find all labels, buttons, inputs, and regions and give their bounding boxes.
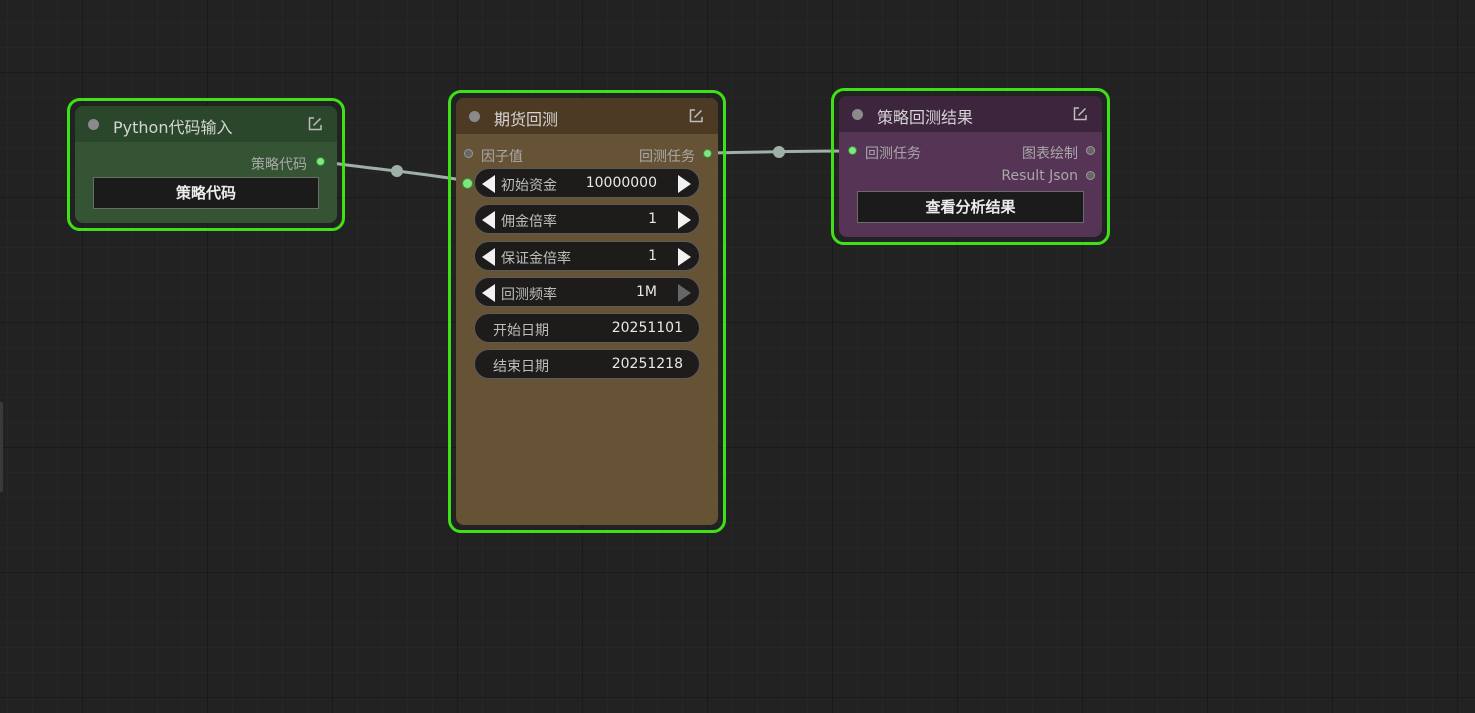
edit-icon[interactable]	[688, 108, 704, 124]
widget-label: 佣金倍率	[501, 214, 557, 230]
node-title: 期货回测	[494, 110, 559, 129]
node-strategy-result[interactable]: 策略回测结果 回测任务 图表绘制 Result Json 查看分析结果	[839, 96, 1102, 237]
node-futures-backtest[interactable]: 期货回测 因子值 回测任务 初始资金 10000000 佣金倍率 1 保证金倍率…	[456, 98, 718, 525]
widget-value[interactable]: 1	[648, 211, 657, 227]
widget-value[interactable]: 1M	[636, 284, 657, 300]
slot-label: 图表绘制	[1022, 146, 1078, 162]
widget-start-date[interactable]: 开始日期 20251101	[474, 313, 700, 343]
slot-connector[interactable]	[848, 146, 857, 155]
collapse-dot[interactable]	[469, 111, 480, 122]
slot-label: 回测任务	[865, 146, 921, 162]
widget-label: 开始日期	[493, 323, 549, 339]
output-slot-backtest-task[interactable]: 回测任务	[598, 146, 718, 165]
triangle-right-icon[interactable]	[678, 248, 691, 266]
triangle-right-icon[interactable]	[678, 211, 691, 229]
collapse-dot[interactable]	[852, 109, 863, 120]
slot-connector[interactable]	[1086, 146, 1095, 155]
node-title: Python代码输入	[113, 118, 233, 137]
triangle-left-icon[interactable]	[482, 211, 495, 229]
collapse-dot[interactable]	[88, 119, 99, 130]
widget-margin-multiplier[interactable]: 保证金倍率 1	[474, 241, 700, 271]
widget-label: 初始资金	[501, 178, 557, 194]
output-slot-result-json[interactable]: Result Json	[972, 168, 1102, 184]
widget-value[interactable]: 10000000	[586, 175, 657, 191]
slot-connector[interactable]	[1086, 171, 1095, 180]
edit-icon[interactable]	[307, 116, 323, 132]
input-slot-factor-value[interactable]: 因子值	[456, 146, 576, 165]
widget-initial-capital[interactable]: 初始资金 10000000	[462, 168, 700, 198]
widget-end-date[interactable]: 结束日期 20251218	[474, 349, 700, 379]
node-title-bar[interactable]: 期货回测	[456, 98, 718, 134]
widget-backtest-frequency[interactable]: 回测频率 1M	[474, 277, 700, 307]
output-slot-strategy-code[interactable]: 策略代码	[231, 154, 331, 173]
slot-connector[interactable]	[316, 157, 325, 166]
slot-label: Result Json	[1001, 168, 1078, 184]
node-title-bar[interactable]: 策略回测结果	[839, 96, 1102, 132]
triangle-left-icon[interactable]	[482, 175, 495, 193]
slot-label: 因子值	[481, 149, 523, 165]
widget-commission-multiplier[interactable]: 佣金倍率 1	[474, 204, 700, 234]
widget-label: 结束日期	[493, 359, 549, 375]
edit-icon[interactable]	[1072, 106, 1088, 122]
node-title-bar[interactable]: Python代码输入	[75, 106, 337, 142]
triangle-right-icon[interactable]	[678, 175, 691, 193]
view-analysis-button[interactable]: 查看分析结果	[857, 191, 1084, 223]
widget-input-connector[interactable]	[462, 178, 473, 189]
input-slot-backtest-task[interactable]: 回测任务	[839, 143, 959, 162]
side-panel-handle[interactable]	[0, 402, 3, 492]
widget-label: 回测频率	[501, 287, 557, 303]
slot-connector[interactable]	[703, 149, 712, 158]
node-python-input[interactable]: Python代码输入 策略代码 策略代码	[75, 106, 337, 223]
widget-label: 保证金倍率	[501, 251, 571, 267]
strategy-code-button[interactable]: 策略代码	[93, 177, 319, 209]
output-slot-chart-plot[interactable]: 图表绘制	[982, 143, 1102, 162]
slot-label: 策略代码	[251, 157, 307, 173]
widget-value[interactable]: 1	[648, 248, 657, 264]
widget-value[interactable]: 20251218	[612, 356, 683, 372]
widget-value[interactable]: 20251101	[612, 320, 683, 336]
triangle-left-icon[interactable]	[482, 248, 495, 266]
triangle-left-icon[interactable]	[482, 284, 495, 302]
node-title: 策略回测结果	[877, 108, 974, 127]
slot-label: 回测任务	[639, 149, 695, 165]
slot-connector[interactable]	[464, 149, 473, 158]
triangle-right-icon[interactable]	[678, 284, 691, 302]
